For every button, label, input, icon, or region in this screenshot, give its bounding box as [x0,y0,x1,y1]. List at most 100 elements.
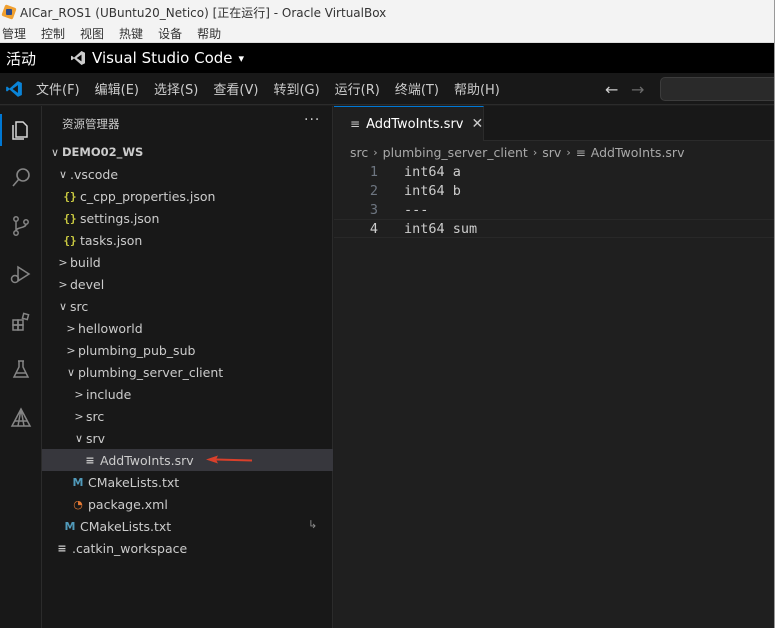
tree-item-cmakelists-pkg[interactable]: M CMakeLists.txt [42,471,333,493]
tree-item-package-xml[interactable]: ◔ package.xml [42,493,333,515]
run-debug-icon[interactable] [0,254,42,294]
menu-selection[interactable]: 选择(S) [154,79,198,98]
vbox-menu-control[interactable]: 控制 [41,25,65,42]
tree-item-label: AddTwoInts.srv [100,452,194,468]
menu-file[interactable]: 文件(F) [36,79,80,98]
tree-item-devel[interactable]: > devel [42,273,333,295]
tree-item-src[interactable]: ∨ src [42,295,333,317]
tree-item-settings-json[interactable]: {} settings.json [42,207,333,229]
menu-run[interactable]: 运行(R) [335,79,380,98]
tree-item-label: srv [86,430,106,446]
editor-area[interactable]: src › plumbing_server_client › srv › ≡ A… [334,141,775,628]
tree-item-c-cpp-properties[interactable]: {} c_cpp_properties.json [42,185,333,207]
vbox-menu-help[interactable]: 帮助 [197,25,221,42]
menu-go[interactable]: 转到(G) [273,79,319,98]
virtualbox-logo-icon [2,5,16,19]
cmake-file-icon: M [64,519,76,533]
line-text: int64 b [404,182,461,199]
activity-bar [0,106,42,628]
app-name: Visual Studio Code [92,49,233,67]
chevron-down-icon: ∨ [66,365,76,379]
tree-item-helloworld[interactable]: > helloworld [42,317,333,339]
line-text: int64 sum [404,220,478,237]
vbox-window-title: AICar_ROS1 (UBuntu20_Netico) [正在运行] - Or… [20,5,387,20]
vbox-title-bar: AICar_ROS1 (UBuntu20_Netico) [正在运行] - Or… [0,0,775,24]
extensions-icon[interactable] [0,302,42,342]
close-icon[interactable]: ✕ [472,116,484,132]
chevron-right-icon: › [566,146,571,159]
breadcrumb-item-src[interactable]: src [350,145,368,160]
tree-item-label: CMakeLists.txt [80,518,172,534]
tree-item-label: CMakeLists.txt [88,474,180,490]
line-number: 2 [369,182,378,199]
app-menu-button[interactable]: Visual Studio Code ▾ [70,49,244,67]
line-number: 3 [369,201,378,218]
chevron-right-icon: > [58,255,68,269]
search-icon[interactable] [0,158,42,198]
code-line[interactable]: 1 int64 a [334,162,775,181]
tree-item-addtwoints-srv[interactable]: ≡ AddTwoInts.srv [42,449,333,471]
json-file-icon: {} [63,189,77,203]
chevron-right-icon: > [74,387,84,401]
tree-item-label: include [86,386,132,402]
testing-flask-icon[interactable] [0,350,42,390]
tree-item-label: c_cpp_properties.json [80,188,216,204]
gnome-top-bar: 活动 Visual Studio Code ▾ [0,43,775,73]
vbox-menu-view[interactable]: 视图 [80,25,104,42]
chevron-right-icon: > [66,321,76,335]
line-text: int64 a [404,163,461,180]
tree-item-build[interactable]: > build [42,251,333,273]
breadcrumb-item-srv[interactable]: srv [542,145,561,160]
line-text: --- [404,201,429,218]
tree-item-plumbing-server-client[interactable]: ∨ plumbing_server_client [42,361,333,383]
cmake-file-icon: M [72,475,84,489]
chevron-down-icon: ∨ [58,299,68,313]
tree-item-plumbing-pub-sub[interactable]: > plumbing_pub_sub [42,339,333,361]
activities-button[interactable]: 活动 [6,48,36,69]
chevron-right-icon: > [74,409,84,423]
menu-edit[interactable]: 编辑(E) [95,79,139,98]
vbox-menu-manage[interactable]: 管理 [2,25,26,42]
breadcrumb-item-file[interactable]: AddTwoInts.srv [591,145,685,160]
chevron-right-icon: > [66,343,76,357]
back-arrow-icon[interactable]: ← [605,80,618,99]
explorer-icon[interactable] [0,110,42,150]
text-file-icon: ≡ [350,117,361,131]
tree-item-srv[interactable]: ∨ srv [42,427,333,449]
annotation-arrow-icon [206,455,253,464]
tree-item-label: .vscode [70,166,119,182]
tree-item-demo02-ws[interactable]: ∨ DEMO02_WS [42,141,333,163]
line-number: 4 [369,220,378,237]
tree-item-label: devel [70,276,105,292]
tree-item-label: tasks.json [80,232,143,248]
code-line-current[interactable]: 4 int64 sum [334,219,775,238]
ros-extension-icon[interactable] [0,398,42,438]
line-number: 1 [369,163,378,180]
forward-arrow-icon[interactable]: → [631,80,644,99]
menu-help[interactable]: 帮助(H) [454,79,500,98]
chevron-down-icon: ∨ [74,431,84,445]
tree-item-tasks-json[interactable]: {} tasks.json [42,229,333,251]
command-center-search[interactable] [660,77,775,101]
tree-item-src-inner[interactable]: > src [42,405,333,427]
menu-terminal[interactable]: 终端(T) [395,79,439,98]
rss-xml-file-icon: ◔ [73,497,83,511]
chevron-right-icon: › [532,146,538,159]
code-line[interactable]: 2 int64 b [334,181,775,200]
tree-item-catkin-workspace[interactable]: ≡ .catkin_workspace [42,537,333,559]
explorer-sidebar: 资源管理器 ··· ∨ DEMO02_WS ∨ .vscode {} c_cpp… [42,106,333,628]
text-file-icon: ≡ [575,145,586,160]
code-line[interactable]: 3 --- [334,200,775,219]
tree-item-cmakelists-root[interactable]: M CMakeLists.txt ↳ [42,515,333,537]
tree-item-vscode-folder[interactable]: ∨ .vscode [42,163,333,185]
vbox-menu-devices[interactable]: 设备 [158,25,182,42]
tree-item-label: build [70,254,101,270]
more-actions-icon[interactable]: ··· [304,112,320,128]
tree-item-include[interactable]: > include [42,383,333,405]
source-control-icon[interactable] [0,206,42,246]
vbox-menu-hotkey[interactable]: 热键 [119,25,143,42]
symlink-indicator-icon: ↳ [308,518,318,531]
menu-view[interactable]: 查看(V) [213,79,258,98]
breadcrumb-item-package[interactable]: plumbing_server_client [383,145,528,160]
tab-addtwoints-srv[interactable]: ≡ AddTwoInts.srv ✕ [334,106,484,141]
